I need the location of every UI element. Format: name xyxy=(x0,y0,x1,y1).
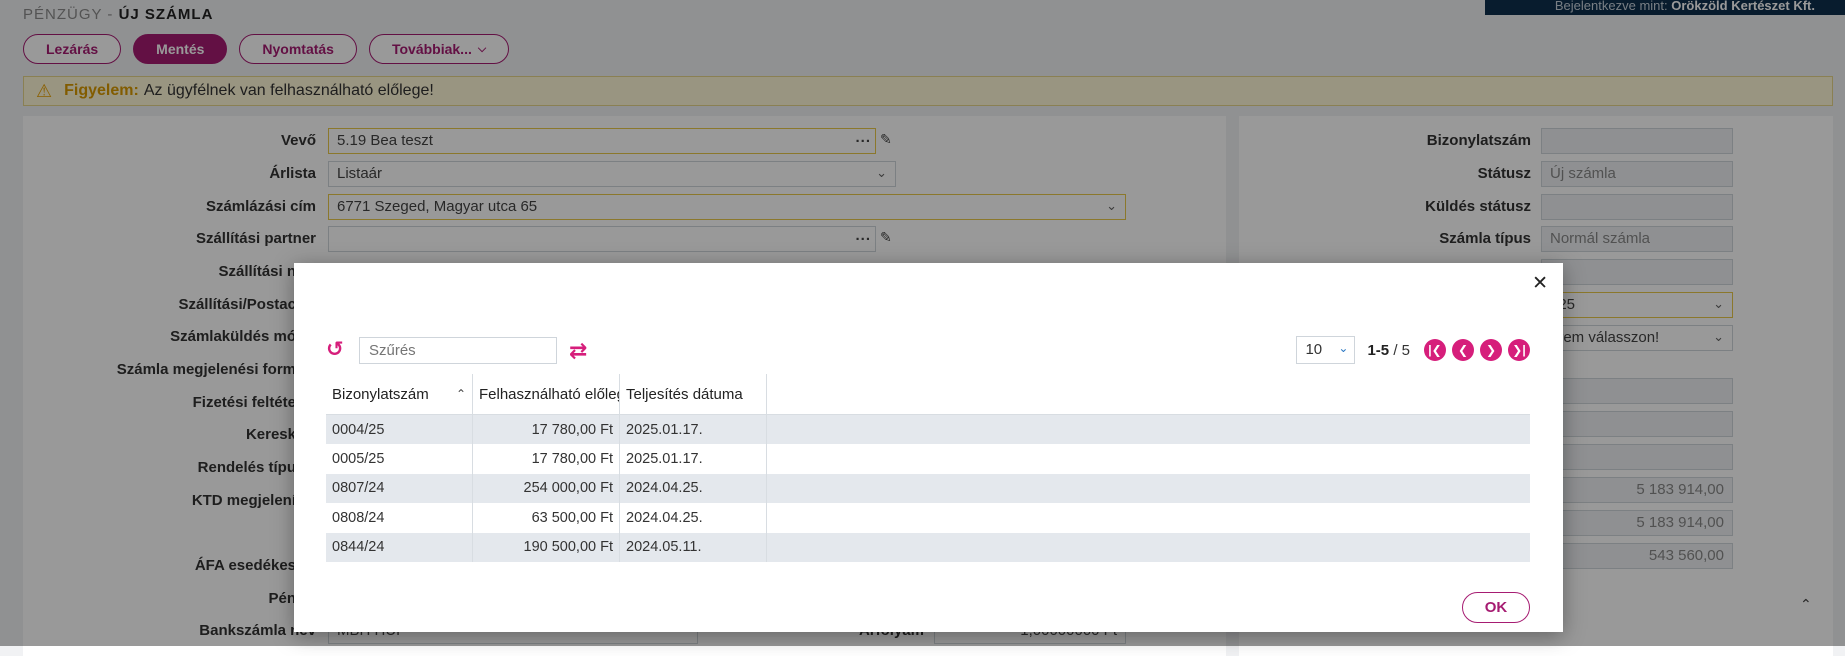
cell-amount: 17 780,00 Ft xyxy=(473,415,620,445)
table-row[interactable]: 0004/25 17 780,00 Ft 2025.01.17. xyxy=(326,415,1530,445)
column-header-label: Teljesítés dátuma xyxy=(626,385,743,403)
column-header-label: Bizonylatszám xyxy=(332,385,429,403)
page-range-current: 1-5 xyxy=(1367,341,1390,359)
cell-date: 2024.05.11. xyxy=(620,532,767,562)
sort-up-icon: ⌃ xyxy=(455,387,466,401)
column-header-docno[interactable]: Bizonylatszám ⌃ xyxy=(326,374,473,414)
modal-toolbar: ↺ ⇄ xyxy=(326,337,587,364)
cell-docno: 0004/25 xyxy=(326,415,473,445)
cell-docno: 0005/25 xyxy=(326,444,473,474)
page-range: 1-5 / 5 xyxy=(1367,342,1410,359)
advance-table: Bizonylatszám ⌃ Felhasználható előleg Te… xyxy=(326,374,1530,562)
row-filler xyxy=(767,415,1530,444)
column-header-date[interactable]: Teljesítés dátuma xyxy=(620,374,767,414)
row-filler xyxy=(767,533,1530,562)
reset-filter-icon[interactable]: ↺ xyxy=(326,339,348,362)
row-filler xyxy=(767,474,1530,503)
page-size-select[interactable]: 10 ⌄ xyxy=(1296,336,1356,364)
cell-amount: 63 500,00 Ft xyxy=(473,503,620,533)
cell-docno: 0807/24 xyxy=(326,473,473,504)
prev-page-icon[interactable]: ❮ xyxy=(1452,339,1474,361)
cell-amount: 254 000,00 Ft xyxy=(473,473,620,504)
column-header-amount[interactable]: Felhasználható előleg xyxy=(473,374,620,414)
page-range-total: / 5 xyxy=(1393,341,1410,359)
header-filler xyxy=(767,374,1530,414)
table-row[interactable]: 0005/25 17 780,00 Ft 2025.01.17. xyxy=(326,444,1530,474)
close-icon[interactable]: ✕ xyxy=(1532,272,1548,295)
table-row[interactable]: 0807/24 254 000,00 Ft 2024.04.25. xyxy=(326,473,1530,504)
table-body: 0004/25 17 780,00 Ft 2025.01.17. 0005/25… xyxy=(326,415,1530,562)
next-page-icon[interactable]: ❯ xyxy=(1480,339,1502,361)
table-row[interactable]: 0808/24 63 500,00 Ft 2024.04.25. xyxy=(326,503,1530,533)
ok-button[interactable]: OK xyxy=(1462,592,1530,623)
cell-date: 2024.04.25. xyxy=(620,473,767,504)
swap-icon[interactable]: ⇄ xyxy=(569,338,587,364)
last-page-icon[interactable]: ❯| xyxy=(1508,339,1530,361)
pagination: 10 ⌄ 1-5 / 5 |❮ ❮ ❯ ❯| xyxy=(1296,336,1530,364)
page-size-value: 10 xyxy=(1305,341,1323,358)
filter-input[interactable] xyxy=(359,337,557,364)
chevron-down-icon: ⌄ xyxy=(1338,341,1349,355)
cell-amount: 17 780,00 Ft xyxy=(473,444,620,474)
table-header: Bizonylatszám ⌃ Felhasználható előleg Te… xyxy=(326,374,1530,415)
column-header-label: Felhasználható előleg xyxy=(479,385,620,403)
cell-docno: 0808/24 xyxy=(326,503,473,533)
first-page-icon[interactable]: |❮ xyxy=(1424,339,1446,361)
table-row[interactable]: 0844/24 190 500,00 Ft 2024.05.11. xyxy=(326,532,1530,562)
cell-date: 2025.01.17. xyxy=(620,444,767,474)
advance-selector-modal: ✕ ↺ ⇄ 10 ⌄ 1-5 / 5 |❮ ❮ ❯ ❯| Bizonylatsz… xyxy=(294,263,1563,632)
cell-amount: 190 500,00 Ft xyxy=(473,532,620,562)
row-filler xyxy=(767,503,1530,532)
cell-date: 2024.04.25. xyxy=(620,503,767,533)
cell-date: 2025.01.17. xyxy=(620,415,767,445)
cell-docno: 0844/24 xyxy=(326,532,473,562)
row-filler xyxy=(767,444,1530,473)
